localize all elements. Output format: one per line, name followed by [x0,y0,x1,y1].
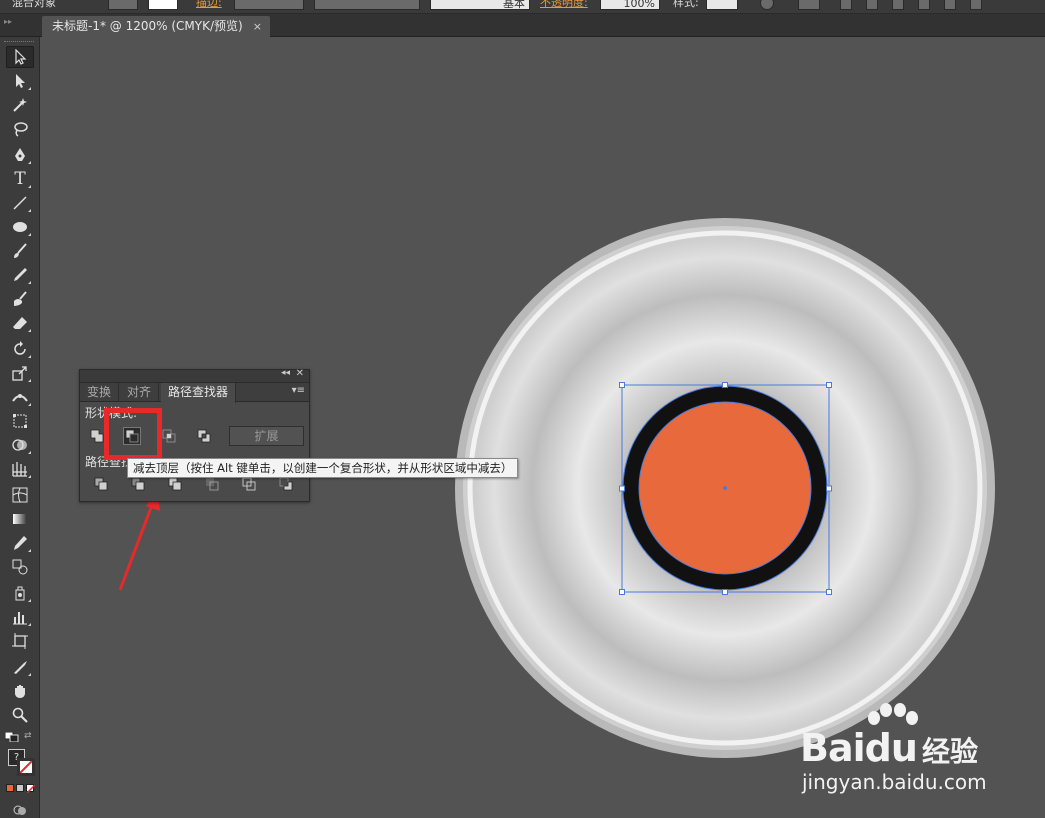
graphic-style-swatch[interactable] [706,0,738,10]
panel-menu-icon[interactable]: ▾≡ [292,385,305,396]
divide-icon [94,477,108,491]
panel-tabs: 变换 对齐 路径查找器 ▾≡ [80,383,309,403]
blend-tool-icon[interactable] [6,556,34,578]
panel-header[interactable]: ◂◂ ✕ [80,368,309,383]
tab-pathfinder[interactable]: 路径查找器 [161,383,237,403]
lasso-tool-icon[interactable] [6,118,34,140]
minus-back-icon [279,477,293,491]
baidu-jingyan-watermark: Baidu 经验 jingyan.baidu.com [800,700,1040,800]
symbol-sprayer-tool-icon[interactable] [6,582,34,604]
align-to-icon[interactable] [798,0,820,10]
toolbox-grip[interactable] [4,41,34,44]
artboard-tool-icon[interactable] [6,630,34,652]
blob-brush-tool-icon[interactable] [6,288,34,310]
align-bottom-icon[interactable] [970,0,982,10]
document-tab-strip: ▸▸ 未标题-1* @ 1200% (CMYK/预览) × [0,14,1045,37]
close-icon[interactable]: × [253,16,262,37]
mesh-tool-icon[interactable] [6,484,34,506]
close-panel-icon[interactable]: ✕ [296,368,304,379]
intersect-icon [162,429,176,443]
width-tool-icon[interactable] [6,386,34,408]
selection-tool-icon[interactable] [6,46,34,68]
collapse-panel-icon[interactable]: ◂◂ [281,368,290,378]
slice-tool-icon[interactable] [6,656,34,678]
align-center-icon[interactable] [866,0,878,10]
exclude-icon [197,429,211,443]
control-bar: 混合对象 描边: 基本 不透明度: 100% 样式: [0,0,1045,14]
paintbrush-tool-icon[interactable] [6,240,34,262]
recolor-icon[interactable] [760,0,774,10]
pencil-tool-icon[interactable] [6,264,34,286]
swap-fill-stroke-icon[interactable]: ⇄ [24,731,36,741]
baidu-logo: Baidu [800,726,918,770]
shape-builder-tool-icon[interactable] [6,434,34,456]
unite-icon [90,429,104,443]
fill-swatch[interactable] [108,0,138,10]
direct-selection-tool-icon[interactable] [6,70,34,92]
mixed-objects-label: 混合对象 [12,0,56,9]
tab-transform[interactable]: 变换 [80,383,120,402]
trim-icon [131,477,145,491]
type-tool-icon[interactable]: T [6,168,34,190]
default-fill-stroke-icon[interactable] [4,731,19,743]
expand-button[interactable]: 扩展 [229,426,304,446]
drawing-mode-icon[interactable] [12,804,28,816]
document-tab[interactable]: 未标题-1* @ 1200% (CMYK/预览) × [42,16,270,37]
eraser-tool-icon[interactable] [6,312,34,334]
fill-stroke-indicator[interactable]: ? [8,749,36,777]
document-tab-title: 未标题-1* @ 1200% (CMYK/预览) [52,19,243,33]
hand-tool-icon[interactable] [6,680,34,702]
jingyan-logo-text: 经验 [922,735,979,768]
stroke-weight-field[interactable] [234,0,304,10]
align-left-icon[interactable] [840,0,852,10]
color-mode-buttons [6,784,35,793]
none-mode-icon[interactable] [26,784,35,793]
scale-tool-icon[interactable] [6,362,34,384]
outline-icon [242,477,256,491]
tab-align[interactable]: 对齐 [120,383,160,402]
minus-front-tooltip: 减去顶层（按住 Alt 键单击，以创建一个复合形状，并从形状区域中减去） [127,458,519,478]
ellipse-tool-icon[interactable] [6,216,34,238]
toolbox: T ⇄ [0,37,40,818]
rotate-tool-icon[interactable] [6,338,34,360]
pen-tool-icon[interactable] [6,144,34,166]
illustrator-window: 混合对象 描边: 基本 不透明度: 100% 样式: ▸▸ 未标题-1* @ 1… [0,0,1045,818]
opacity-label[interactable]: 不透明度: [540,0,588,10]
color-mode-icon[interactable] [6,784,14,792]
stroke-swatch[interactable] [148,0,178,10]
align-right-icon[interactable] [892,0,904,10]
line-segment-tool-icon[interactable] [6,192,34,214]
brush-definition-field[interactable]: 基本 [430,0,530,10]
merge-icon [168,477,182,491]
column-graph-tool-icon[interactable] [6,606,34,628]
style-label: 样式: [673,0,699,9]
watermark-url: jingyan.baidu.com [802,770,987,794]
exclude-button[interactable] [195,427,213,445]
free-transform-tool-icon[interactable] [6,410,34,432]
intersect-button[interactable] [160,427,178,445]
perspective-grid-tool-icon[interactable] [6,458,34,480]
eyedropper-tool-icon[interactable] [6,532,34,554]
annotation-highlight-box [104,408,162,460]
stroke-label[interactable]: 描边: [196,0,222,10]
magic-wand-tool-icon[interactable] [6,94,34,116]
align-top-icon[interactable] [918,0,930,10]
divide-button[interactable] [92,475,110,493]
baidu-logo-bai: Bai [800,726,866,770]
gradient-mode-icon[interactable] [16,784,24,792]
variable-width-profile[interactable] [314,0,420,10]
align-middle-icon[interactable] [944,0,956,10]
collapse-grip-icon[interactable]: ▸▸ [4,17,12,26]
opacity-field[interactable]: 100% [600,0,660,10]
baidu-logo-du: du [864,726,918,770]
crop-icon [206,478,219,491]
zoom-tool-icon[interactable] [6,704,34,726]
gradient-tool-icon[interactable] [6,508,34,530]
stroke-swatch-icon[interactable] [17,758,35,776]
